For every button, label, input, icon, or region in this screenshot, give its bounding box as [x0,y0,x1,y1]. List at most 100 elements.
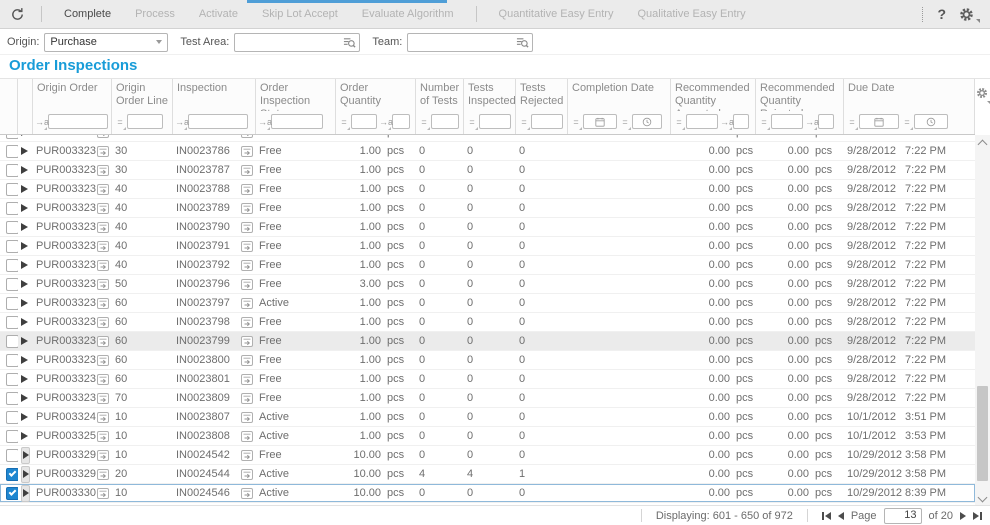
edit-link-icon[interactable] [97,355,109,366]
filter-operator-icon[interactable]: = [518,117,530,127]
row-checkbox[interactable] [6,202,18,215]
edit-link-icon[interactable] [97,374,109,385]
filter-operator-icon[interactable]: = [673,117,685,127]
column-header-insp[interactable]: Inspection [173,79,255,111]
vertical-scrollbar[interactable] [975,135,990,506]
toolbar-button-process[interactable]: Process [123,8,187,20]
expand-row-button[interactable] [21,466,30,483]
table-row[interactable]: PUR00332360IN0023798Free1.00pcs0000.00pc… [0,313,975,332]
row-checkbox[interactable] [6,240,18,253]
clock-icon[interactable] [926,117,936,127]
scrollbar-thumb[interactable] [977,386,988,481]
edit-link-icon[interactable] [241,203,253,214]
origin-dropdown[interactable]: Purchase [44,33,168,52]
expand-row-icon[interactable] [21,318,28,326]
help-icon[interactable]: ? [937,6,946,22]
grid-settings-gear-icon[interactable] [976,87,988,102]
edit-link-icon[interactable] [97,393,109,404]
edit-link-icon[interactable] [97,222,109,233]
edit-link-icon[interactable] [241,450,253,461]
column-header-qty[interactable]: Order Quantity [336,79,415,111]
edit-link-icon[interactable] [97,146,109,157]
row-checkbox[interactable] [6,487,18,500]
row-checkbox[interactable] [6,373,18,386]
column-header-ra[interactable]: Recommended Quantity Accepted [671,79,755,111]
clock-icon[interactable] [642,117,652,127]
table-row[interactable]: PUR00332410IN0023807Active1.00pcs0000.00… [0,408,975,427]
filter-input-comp[interactable] [583,114,617,129]
row-checkbox[interactable] [6,392,18,405]
edit-link-icon[interactable] [241,317,253,328]
edit-link-icon[interactable] [241,165,253,176]
filter-operator-icon[interactable]: →a [35,117,47,127]
edit-link-icon[interactable] [241,431,253,442]
filter-operator-icon[interactable]: →a [720,117,732,127]
filter-input-qty[interactable] [351,114,377,129]
expand-row-icon[interactable] [21,204,28,212]
row-checkbox[interactable] [6,135,18,139]
table-row[interactable]: PUR00332360IN0023801Free1.00pcs0000.00pc… [0,370,975,389]
table-row[interactable]: PUR00332340IN0023788Free1.00pcs0000.00pc… [0,180,975,199]
toolbar-overflow-dots-icon[interactable] [922,7,924,22]
expand-row-icon[interactable] [23,451,29,459]
edit-link-icon[interactable] [97,260,109,271]
expand-row-icon[interactable] [21,356,28,364]
filter-input-tr[interactable] [531,114,563,129]
refresh-icon[interactable] [10,7,25,22]
expand-row-icon[interactable] [21,223,28,231]
edit-link-icon[interactable] [97,450,109,461]
filter-operator-icon[interactable]: →a [175,117,187,127]
team-selector-icon[interactable] [516,36,529,49]
edit-link-icon[interactable] [97,431,109,442]
edit-link-icon[interactable] [241,412,253,423]
toolbar-button-skip-lot-accept[interactable]: Skip Lot Accept [250,8,350,20]
filter-input-due[interactable] [914,114,948,129]
row-checkbox[interactable] [6,145,18,158]
next-page-button[interactable] [960,512,966,520]
filter-operator-icon[interactable]: = [418,117,430,127]
filter-operator-icon[interactable]: = [901,117,913,127]
column-header-rr[interactable]: Recommended Quantity Rejected [756,79,843,111]
row-checkbox[interactable] [6,316,18,329]
edit-link-icon[interactable] [97,135,109,138]
expand-row-button[interactable] [21,447,30,464]
filter-input-line[interactable] [127,114,163,129]
expand-row-icon[interactable] [21,413,28,421]
edit-link-icon[interactable] [97,203,109,214]
page-number-input[interactable]: 13 [884,508,922,524]
table-row[interactable]: PUR00332340IN0023790Free1.00pcs0000.00pc… [0,218,975,237]
expand-row-icon[interactable] [21,261,28,269]
filter-operator-icon[interactable]: = [114,117,126,127]
filter-input-ra[interactable] [733,114,749,129]
edit-link-icon[interactable] [97,165,109,176]
edit-link-icon[interactable] [241,146,253,157]
edit-link-icon[interactable] [241,336,253,347]
filter-operator-icon[interactable]: = [846,117,858,127]
edit-link-icon[interactable] [241,222,253,233]
edit-link-icon[interactable] [241,135,253,138]
filter-input-insp[interactable] [188,114,248,129]
edit-link-icon[interactable] [241,374,253,385]
filter-input-ti[interactable] [479,114,511,129]
expand-row-icon[interactable] [21,135,28,136]
scroll-down-icon[interactable] [978,493,988,503]
row-checkbox[interactable] [6,449,18,462]
edit-link-icon[interactable] [97,469,109,480]
table-row[interactable]: PUR00332350IN0023796Free3.00pcs0000.00pc… [0,275,975,294]
filter-input-origin[interactable] [48,114,108,129]
expand-row-icon[interactable] [23,489,29,497]
expand-row-icon[interactable] [21,299,28,307]
edit-link-icon[interactable] [97,298,109,309]
row-checkbox[interactable] [6,468,18,481]
test-area-input[interactable] [234,33,360,52]
edit-link-icon[interactable] [241,241,253,252]
expand-row-button[interactable] [21,485,30,502]
table-row[interactable]: PUR00332340IN0023791Free1.00pcs0000.00pc… [0,237,975,256]
table-row[interactable]: PUR00332340IN0023789Free1.00pcs0000.00pc… [0,199,975,218]
filter-operator-icon[interactable]: →a [258,117,270,127]
column-header-comp[interactable]: Completion Date [568,79,670,111]
table-row[interactable]: PUR00332360IN0023797Active1.00pcs0000.00… [0,294,975,313]
filter-input-ra[interactable] [686,114,718,129]
expand-row-icon[interactable] [21,337,28,345]
filter-input-rr[interactable] [818,114,834,129]
